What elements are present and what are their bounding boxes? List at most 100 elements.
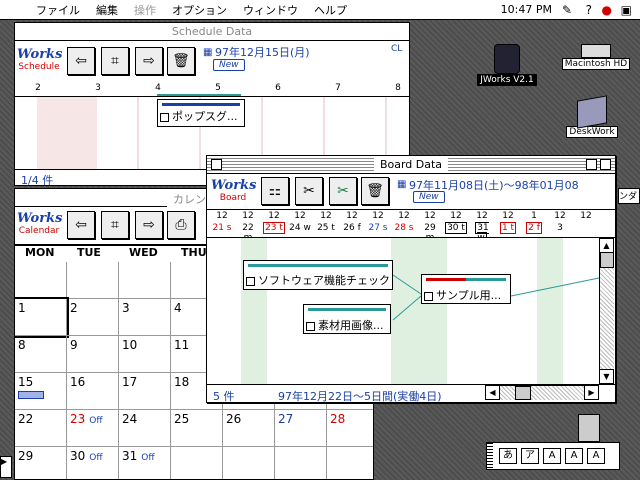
application-menu-icon[interactable]: ▣ xyxy=(621,3,632,17)
fullwidth-alpha-key[interactable]: A xyxy=(543,448,561,464)
calendar-day-cell[interactable]: 2 xyxy=(67,299,119,336)
new-tag[interactable]: New xyxy=(413,191,445,203)
horizontal-scroll-thumb[interactable] xyxy=(515,386,531,400)
trash-button[interactable]: 🗑 xyxy=(361,177,389,205)
calendar-day-cell[interactable]: 30 Off xyxy=(67,447,119,479)
macintosh-hd-icon[interactable]: Macintosh HD xyxy=(560,44,632,70)
calendar-day-cell[interactable] xyxy=(223,447,275,479)
menubar-clock[interactable]: 10:47 PM xyxy=(501,3,552,16)
calendar-day-cell[interactable] xyxy=(119,262,171,299)
board-count: 5 件 xyxy=(213,390,235,403)
menu-options[interactable]: オプション xyxy=(164,2,235,18)
help-balloon-icon[interactable]: ? xyxy=(586,3,592,17)
calendar-day-cell[interactable]: 17 xyxy=(119,373,171,410)
board-task-material-image[interactable]: 素材用画像... xyxy=(303,304,391,334)
zoom-box-icon[interactable] xyxy=(586,159,597,170)
collapse-box-icon[interactable] xyxy=(600,159,611,170)
calendar-day-number: 23 xyxy=(70,412,86,426)
printer-button[interactable]: ⎙ xyxy=(167,211,195,239)
menu-operation[interactable]: 操作 xyxy=(126,2,164,18)
calendar-day-cell[interactable]: 23 Off xyxy=(67,410,119,447)
calendar-day-cell[interactable] xyxy=(275,447,327,479)
board-titlebar[interactable]: Board Data xyxy=(207,156,615,174)
hierarchy-button[interactable]: ⚏ xyxy=(261,177,289,205)
menu-help[interactable]: ヘルプ xyxy=(306,2,355,18)
schedule-titlebar[interactable]: Schedule Data xyxy=(15,23,409,41)
board-task-software-check[interactable]: ソフトウェア機能チェック xyxy=(243,260,393,290)
ruler-day-label: 23 t xyxy=(263,222,285,234)
calendar-day-cell[interactable] xyxy=(327,447,373,479)
link-button[interactable]: ✂ xyxy=(329,177,357,205)
direct-input-key[interactable]: A xyxy=(587,448,605,464)
board-selection-range: 97年12月22日～5日間(実働4日) xyxy=(278,390,442,403)
left-arrow-button[interactable]: ⇦ xyxy=(67,211,95,239)
vertical-scroll-thumb[interactable] xyxy=(600,252,614,268)
menu-file[interactable]: ファイル xyxy=(28,2,88,18)
calendar-day-cell[interactable]: 22 xyxy=(15,410,67,447)
ruler-hour-tick: 12 xyxy=(476,211,488,221)
hiragana-key[interactable]: あ xyxy=(499,448,517,464)
ruler-day-tick: 27 s xyxy=(367,223,389,233)
scroll-up-icon[interactable]: ▲ xyxy=(599,238,614,253)
deskwork-folder-icon[interactable]: DeskWork xyxy=(564,95,620,138)
ruler-tick: 5 xyxy=(215,83,221,93)
ruler-hour-tick: 12 xyxy=(242,211,254,221)
calendar-day-cell[interactable]: 9 xyxy=(67,336,119,373)
right-arrow-button[interactable]: ⇨ xyxy=(135,211,163,239)
right-arrow-button[interactable]: ⇨ xyxy=(135,47,163,75)
cut-button[interactable]: ✂ xyxy=(295,177,323,205)
keyboard-menu-icon[interactable]: ● xyxy=(602,3,612,17)
katakana-key[interactable]: ア xyxy=(521,448,539,464)
trash-button[interactable]: 🗑 xyxy=(167,47,195,75)
calendar-day-cell[interactable] xyxy=(171,447,223,479)
scroll-left-icon[interactable]: ◀ xyxy=(485,385,500,400)
schedule-date[interactable]: 97年12月15日(月) xyxy=(215,44,310,60)
scroll-down-icon[interactable]: ▼ xyxy=(599,369,614,384)
calendar-day-number: 22 xyxy=(18,412,34,426)
schedule-task-block[interactable]: ポップスグ... xyxy=(157,99,245,127)
ruler-day-label: 28 s xyxy=(394,223,414,233)
scroll-right-icon[interactable]: ▶ xyxy=(584,385,599,400)
frame-button[interactable]: ⌗ xyxy=(101,211,129,239)
halfwidth-alpha-key[interactable]: A xyxy=(565,448,583,464)
pencil-icon[interactable]: ✎ xyxy=(562,3,572,17)
ruler-day-label: 30 t xyxy=(445,222,467,234)
close-box-icon[interactable] xyxy=(211,159,222,170)
calendar-day-cell[interactable]: 15 xyxy=(15,373,67,410)
calendar-day-cell[interactable]: 24 xyxy=(119,410,171,447)
calendar-day-cell[interactable]: 25 xyxy=(171,410,223,447)
calendar-day-cell[interactable]: 3 xyxy=(119,299,171,336)
left-arrow-button[interactable]: ⇦ xyxy=(67,47,95,75)
menu-edit[interactable]: 編集 xyxy=(88,2,126,18)
frame-button[interactable]: ⌗ xyxy=(101,47,129,75)
calendar-day-cell[interactable]: 27 xyxy=(275,410,327,447)
board-horizontal-scrollbar[interactable]: ◀ ▶ xyxy=(485,385,599,400)
board-task-sample[interactable]: サンプル用... xyxy=(421,274,511,304)
calendar-day-number: 29 xyxy=(18,449,34,463)
calendar-day-cell[interactable]: 26 xyxy=(223,410,275,447)
task-checkbox[interactable] xyxy=(306,321,315,331)
menu-window[interactable]: ウィンドウ xyxy=(235,2,306,18)
trash-icon[interactable] xyxy=(578,414,600,442)
calendar-day-cell[interactable]: 1 xyxy=(15,297,69,338)
side-panel-tab[interactable]: ▶ xyxy=(0,456,12,478)
task-checkbox[interactable] xyxy=(160,112,169,122)
board-vertical-scrollbar[interactable]: ▲ ▼ xyxy=(599,238,614,384)
palette-drag-handle[interactable] xyxy=(487,443,493,469)
background-window-edge[interactable]: ンダ xyxy=(618,188,640,204)
calendar-day-cell[interactable]: 10 xyxy=(119,336,171,373)
event-marker-icon[interactable] xyxy=(18,391,44,399)
task-checkbox[interactable] xyxy=(246,276,255,286)
task-checkbox[interactable] xyxy=(424,291,433,301)
calendar-day-cell[interactable]: 28 xyxy=(327,410,373,447)
calendar-day-cell[interactable]: 8 xyxy=(15,336,67,373)
task-label: 素材用画像... xyxy=(318,319,384,332)
calendar-day-cell[interactable]: 16 xyxy=(67,373,119,410)
new-tag[interactable]: New xyxy=(213,59,245,71)
calendar-day-cell[interactable]: 29 xyxy=(15,447,67,479)
calendar-day-cell[interactable]: 31 Off xyxy=(119,447,171,479)
jworks-app-icon[interactable]: JWorks V2.1 xyxy=(472,44,542,86)
calendar-day-cell[interactable] xyxy=(15,262,67,299)
calendar-day-cell[interactable] xyxy=(67,262,119,299)
logo-sub: Board xyxy=(219,193,247,203)
